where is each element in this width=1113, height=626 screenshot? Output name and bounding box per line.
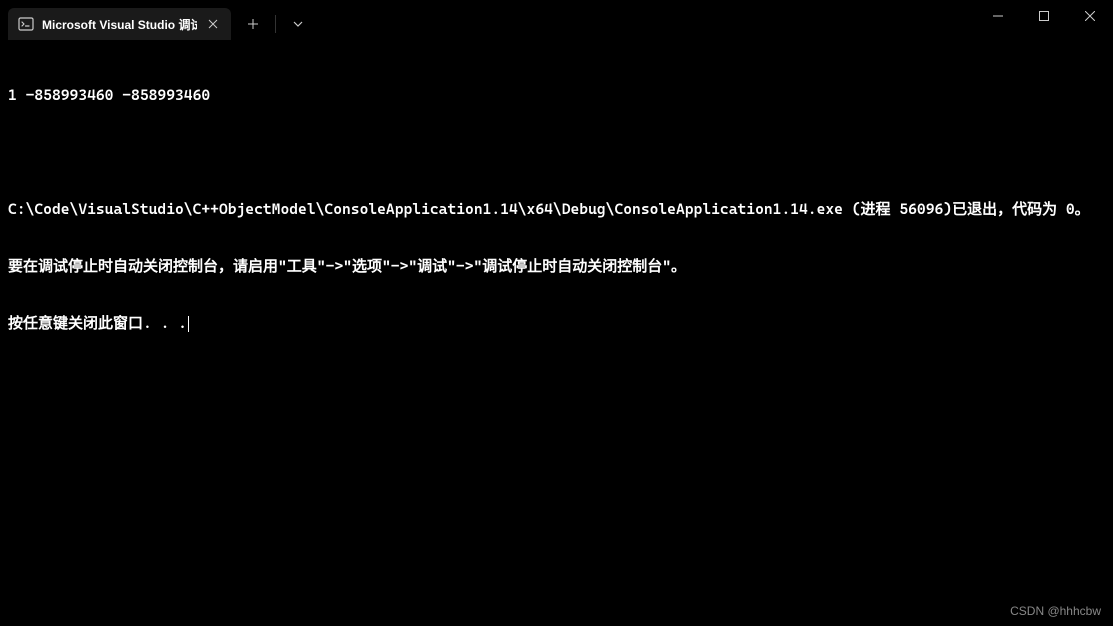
cursor bbox=[188, 316, 189, 332]
console-line: 1 -858993460 -858993460 bbox=[8, 86, 1105, 105]
new-tab-button[interactable] bbox=[237, 10, 269, 38]
console-line: 按任意键关闭此窗口. . . bbox=[8, 314, 1105, 333]
console-output[interactable]: 1 -858993460 -858993460 C:\Code\VisualSt… bbox=[0, 40, 1113, 360]
console-line: 要在调试停止时自动关闭控制台，请启用"工具"->"选项"->"调试"->"调试停… bbox=[8, 257, 1105, 276]
watermark: CSDN @hhhcbw bbox=[1010, 604, 1101, 618]
tab-controls bbox=[231, 8, 314, 40]
active-tab[interactable]: Microsoft Visual Studio 调试 bbox=[8, 8, 231, 40]
console-line: C:\Code\VisualStudio\C++ObjectModel\Cons… bbox=[8, 200, 1105, 219]
maximize-button[interactable] bbox=[1021, 0, 1067, 32]
tab-area: Microsoft Visual Studio 调试 bbox=[0, 0, 231, 40]
minimize-button[interactable] bbox=[975, 0, 1021, 32]
close-button[interactable] bbox=[1067, 0, 1113, 32]
tab-close-button[interactable] bbox=[205, 16, 221, 32]
tab-title: Microsoft Visual Studio 调试 bbox=[42, 16, 197, 33]
console-line bbox=[8, 143, 1105, 162]
tab-dropdown-button[interactable] bbox=[282, 10, 314, 38]
window-controls bbox=[975, 0, 1113, 32]
divider bbox=[275, 15, 276, 33]
title-bar: Microsoft Visual Studio 调试 bbox=[0, 0, 1113, 40]
terminal-icon bbox=[18, 16, 34, 32]
